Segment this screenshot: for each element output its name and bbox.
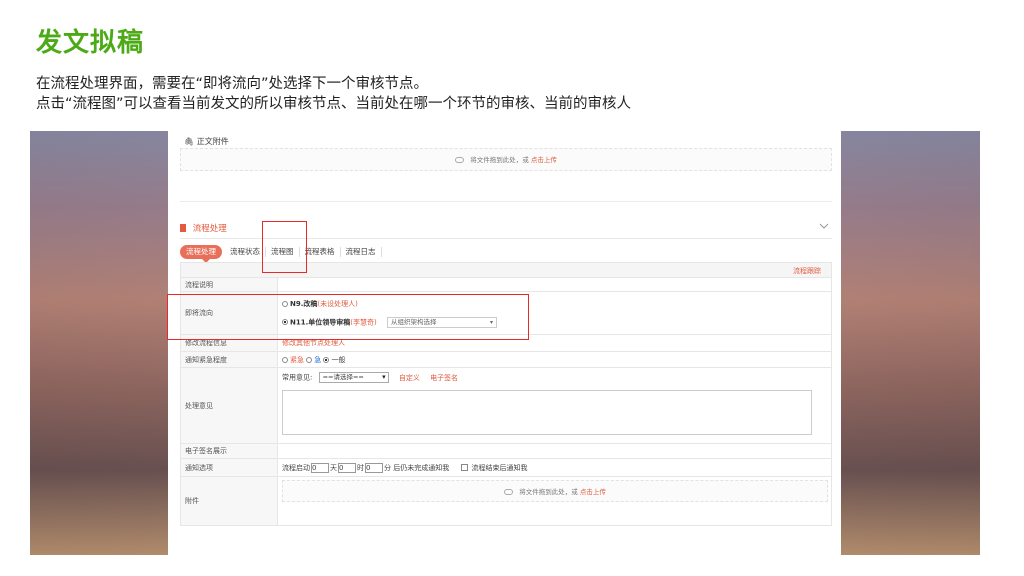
- urgency-quick-label: 急: [314, 355, 322, 364]
- notify-end-label: 流程结束后通知我: [471, 463, 528, 472]
- upload-cloud-icon: [504, 489, 514, 495]
- custom-link[interactable]: 自定义: [399, 374, 420, 382]
- notify-minutes-input[interactable]: 0: [365, 462, 383, 473]
- upload-link[interactable]: 点击上传: [531, 156, 557, 164]
- row-esign-display: 电子签名展示: [181, 444, 831, 459]
- notify-text-start: 流程启动: [282, 463, 310, 472]
- row-value: 将文件拖到此处，或 点击上传: [278, 477, 831, 525]
- common-opinion-select[interactable]: ==请选择==: [318, 372, 389, 383]
- main-attachment-dropzone[interactable]: 将文件拖到此处，或 点击上传: [180, 148, 832, 171]
- description-line-2: 点击“流程图”可以查看当前发文的所以审核节点、当前处在哪一个环节的审核、当前的审…: [36, 96, 632, 112]
- row-notify: 通知选项 流程启动 0 天 0 时 0 分 后仍未完成通知我 流程结束后通知我: [181, 459, 831, 477]
- upload-link[interactable]: 点击上传: [580, 488, 606, 496]
- esign-link[interactable]: 电子签名: [430, 374, 458, 382]
- slide-description: 在流程处理界面，需要在“即将流向”处选择下一个审核节点。 点击“流程图”可以查看…: [36, 74, 631, 114]
- chevron-down-icon[interactable]: [819, 221, 829, 231]
- dropzone-text: 将文件拖到此处，或: [470, 156, 529, 164]
- radio-quick[interactable]: [306, 356, 313, 363]
- notify-text-hours: 时: [357, 463, 364, 472]
- section-divider: [180, 201, 832, 202]
- description-line-1: 在流程处理界面，需要在“即将流向”处选择下一个审核节点。: [36, 76, 429, 92]
- opinion-textarea[interactable]: [282, 390, 812, 435]
- urgency-normal-label: 一般: [331, 355, 346, 364]
- tab-flow-process[interactable]: 流程处理: [180, 245, 222, 259]
- flow-section-header: 流程处理: [180, 222, 227, 234]
- flow-section-title: 流程处理: [192, 224, 227, 234]
- row-label: 处理意见: [181, 368, 278, 443]
- row-opinion: 处理意见 常用意见: ==请选择== 自定义 电子签名: [181, 368, 831, 444]
- row-value: 常用意见: ==请选择== 自定义 电子签名: [278, 368, 831, 443]
- notify-text-days: 天: [330, 463, 337, 472]
- notify-hours-input[interactable]: 0: [338, 462, 356, 473]
- row-label: 附件: [181, 477, 278, 525]
- row-label: 通知紧急程度: [181, 352, 278, 367]
- urgency-urgent-label: 紧急: [290, 355, 304, 364]
- row-label: 电子签名展示: [181, 444, 278, 458]
- tab-flow-log[interactable]: 流程日志: [341, 247, 382, 257]
- highlight-box-next-step: [167, 294, 529, 340]
- common-opinion-label: 常用意见:: [282, 373, 313, 382]
- notify-text-after: 分 后仍未完成通知我: [384, 463, 450, 472]
- flow-trace-link[interactable]: 流程跟踪: [793, 266, 821, 276]
- radio-urgent[interactable]: [282, 356, 288, 363]
- slide-title: 发文拟稿: [36, 28, 145, 58]
- row-label: 通知选项: [181, 459, 278, 476]
- notify-days-input[interactable]: 0: [311, 462, 329, 473]
- row-value: 流程启动 0 天 0 时 0 分 后仍未完成通知我 流程结束后通知我: [278, 459, 831, 476]
- main-attachment-header: 🖇 正文附件: [184, 136, 229, 147]
- paperclip-icon: 🖇: [184, 137, 195, 146]
- row-label: 流程说明: [181, 278, 278, 291]
- dropzone-text: 将文件拖到此处，或: [519, 488, 578, 496]
- notify-end-checkbox[interactable]: [461, 463, 469, 471]
- row-value: [278, 444, 831, 458]
- row-value: [278, 278, 831, 291]
- row-value: 紧急 急 一般: [278, 352, 831, 367]
- row-urgency: 通知紧急程度 紧急 急 一般: [181, 352, 831, 368]
- row-attachment: 附件 将文件拖到此处，或 点击上传: [181, 477, 831, 525]
- attachment-dropzone[interactable]: 将文件拖到此处，或 点击上传: [282, 480, 828, 502]
- main-attachment-title: 正文附件: [196, 137, 229, 146]
- workflow-form: 🖇 正文附件 将文件拖到此处，或 点击上传 流程处理 流程处理 流程状态 流程图…: [168, 131, 841, 555]
- radio-normal[interactable]: [323, 356, 330, 363]
- highlight-box-flowchart-tab: [262, 221, 307, 273]
- screenshot-panel: 🖇 正文附件 将文件拖到此处，或 点击上传 流程处理 流程处理 流程状态 流程图…: [30, 131, 980, 555]
- upload-cloud-icon: [455, 157, 465, 163]
- tab-flow-status[interactable]: 流程状态: [225, 247, 266, 257]
- row-description: 流程说明: [181, 278, 831, 292]
- document-icon: [180, 224, 186, 232]
